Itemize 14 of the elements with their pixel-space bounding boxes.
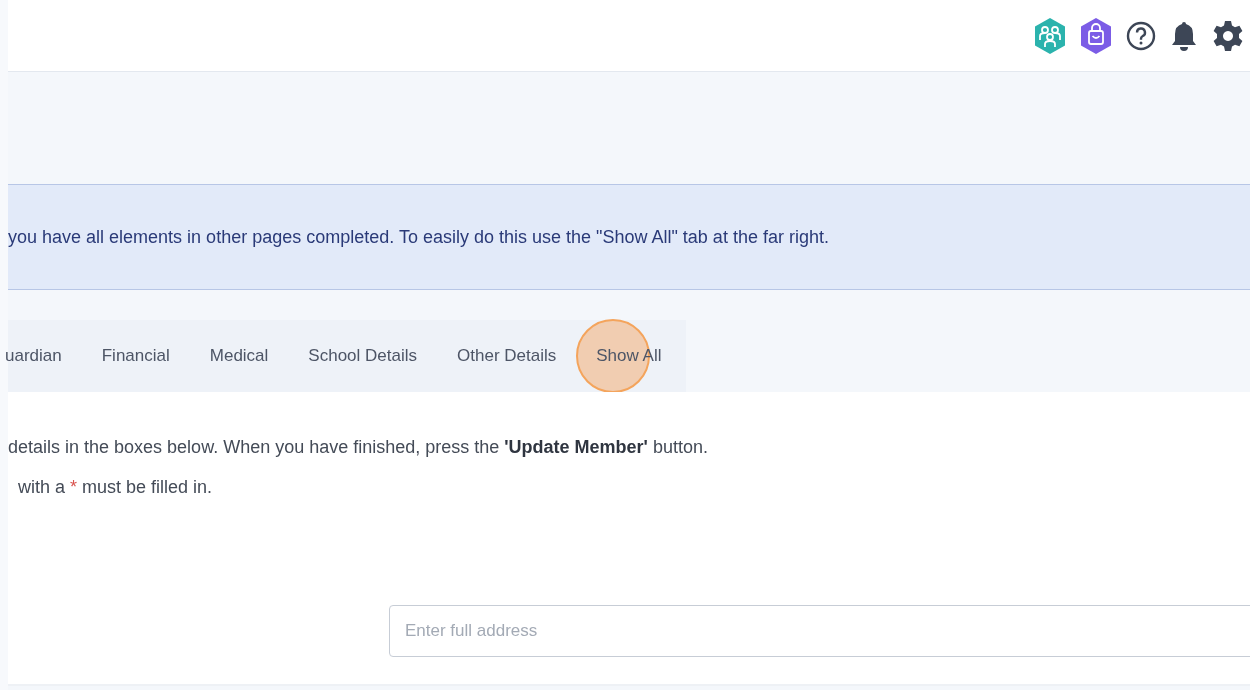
- tab[interactable]: Financial: [81, 346, 190, 366]
- help-icon[interactable]: [1126, 20, 1156, 51]
- shopping-bag-icon[interactable]: [1080, 17, 1112, 54]
- required-note: with a * must be filled in.: [18, 477, 214, 498]
- instructions-text: details in the boxes below. When you have finished, press the 'Update Member' button.: [8, 437, 709, 458]
- tab[interactable]: uardian: [5, 346, 82, 366]
- bell-icon[interactable]: [1170, 19, 1198, 52]
- banner-text: you have all elements in other pages completed. To easily do this use the "Show All" tab at the far right.: [8, 226, 829, 248]
- tab[interactable]: School Details: [288, 346, 438, 366]
- tab[interactable]: Medical: [189, 346, 289, 366]
- address-field[interactable]: Enter full address: [389, 605, 1250, 657]
- settings-icon[interactable]: [1212, 19, 1244, 52]
- people-icon[interactable]: [1034, 17, 1066, 54]
- tab[interactable]: Other Details: [437, 346, 577, 366]
